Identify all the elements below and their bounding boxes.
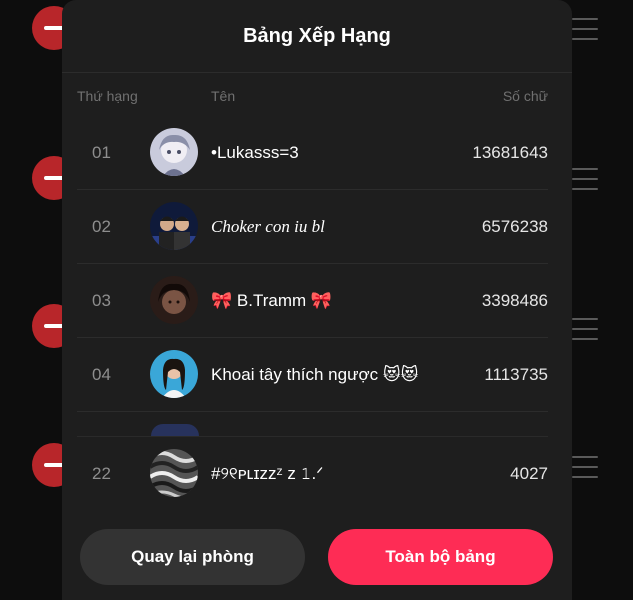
column-header-rank: Thứ hạng [77, 88, 138, 104]
rank-number: 04 [92, 365, 111, 384]
leaderboard-modal: Bảng Xếp Hạng Thứ hạng Tên Số chữ 01 •Lu… [62, 0, 572, 600]
rank-number: 03 [92, 291, 111, 310]
back-to-room-button[interactable]: Quay lại phòng [80, 529, 305, 585]
avatar [151, 424, 199, 436]
score-value: 4027 [510, 464, 548, 483]
leaderboard-row[interactable]: 04 Khoai tây thích ngược 😻😻 1113735 [77, 338, 548, 412]
avatar[interactable] [150, 202, 198, 250]
avatar[interactable] [150, 449, 198, 497]
full-leaderboard-button[interactable]: Toàn bộ bảng [328, 529, 553, 585]
column-header-name: Tên [211, 88, 236, 104]
modal-title: Bảng Xếp Hạng [62, 0, 572, 73]
leaderboard-list[interactable]: 01 •Lukasss=3 13681643 02 Choker con iu … [62, 116, 572, 436]
score-value: 1113735 [484, 365, 548, 384]
drag-handle-icon[interactable] [572, 318, 598, 340]
leaderboard-row[interactable]: 03 🎀 B.Tramm 🎀 3398486 [77, 264, 548, 338]
player-name: Khoai tây thích ngược 😻😻 [211, 365, 419, 384]
score-value: 13681643 [472, 143, 548, 162]
leaderboard-row[interactable]: 02 Choker con iu bl 6576238 [77, 190, 548, 264]
player-name: 🎀 B.Tramm 🎀 [211, 291, 333, 310]
drag-handle-icon[interactable] [572, 168, 598, 190]
avatar[interactable] [150, 350, 198, 398]
score-value: 6576238 [481, 217, 548, 236]
my-rank-row[interactable]: 22 #୨୧ᴘʟɪᴢᴢᶻ z 𝟷.ᐟ 4027 [77, 436, 548, 510]
rank-number: 22 [92, 464, 111, 483]
rank-number: 02 [92, 217, 111, 236]
avatar[interactable] [150, 276, 198, 324]
player-name: •Lukasss=3 [211, 143, 299, 162]
leaderboard-row[interactable]: 01 •Lukasss=3 13681643 [77, 116, 548, 190]
drag-handle-icon[interactable] [572, 456, 598, 478]
player-name: #୨୧ᴘʟɪᴢᴢᶻ z 𝟷.ᐟ [211, 464, 324, 483]
player-name: Choker con iu bl [211, 217, 325, 236]
score-value: 3398486 [481, 291, 548, 310]
drag-handle-icon[interactable] [572, 18, 598, 40]
rank-number: 01 [92, 143, 111, 162]
avatar[interactable] [150, 128, 198, 176]
column-header-score: Số chữ [502, 88, 548, 104]
